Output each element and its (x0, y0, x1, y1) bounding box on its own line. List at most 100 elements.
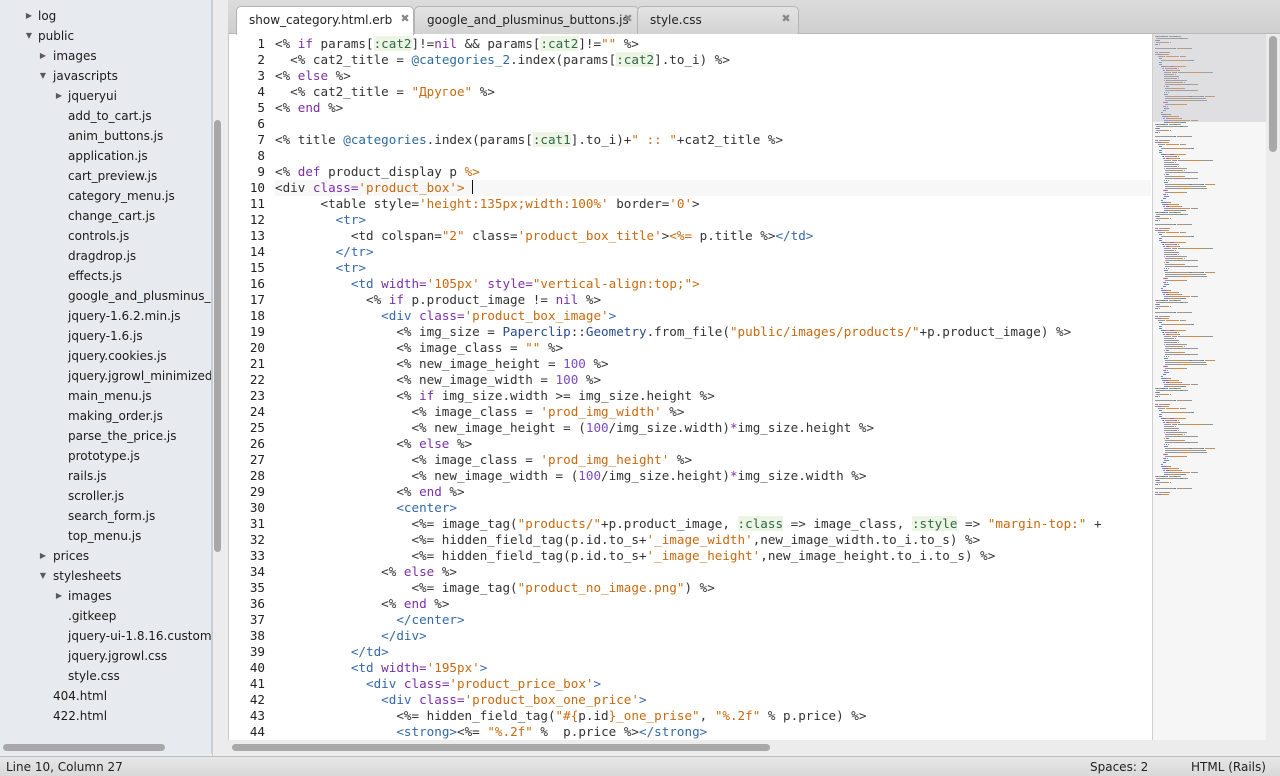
sidebar-item[interactable]: ▶ jqueryui (0, 86, 211, 106)
code-line[interactable]: </tr> (275, 244, 1151, 260)
code-line[interactable]: <% title @categories.index(params[:cat1]… (275, 132, 1151, 148)
code-line[interactable]: <tr> (275, 260, 1151, 276)
code-line[interactable]: <td width='195px'> (275, 660, 1151, 676)
sidebar-item[interactable]: making_order.js (0, 406, 211, 426)
code-line[interactable] (275, 116, 1151, 132)
code-line[interactable]: <% def product_display p %> (275, 164, 1151, 180)
close-icon[interactable]: ✖ (622, 12, 634, 25)
sidebar-item[interactable]: scroller.js (0, 486, 211, 506)
sidebar-item[interactable]: ▼ stylesheets (0, 566, 211, 586)
code-line[interactable]: <div class='product_box'> (275, 180, 1151, 196)
disclosure-collapsed-icon[interactable]: ▶ (54, 86, 64, 106)
sidebar-item[interactable]: prototype.js (0, 446, 211, 466)
sidebar-item[interactable]: jquery-1.6.js (0, 326, 211, 346)
indentation-setting[interactable]: Spaces: 2 (1090, 760, 1148, 774)
sidebar-item[interactable]: anim_buttons.js (0, 126, 211, 146)
sidebar-item[interactable]: rails.js (0, 466, 211, 486)
code-line[interactable]: <% else %> (275, 564, 1151, 580)
disclosure-expanded-icon[interactable]: ▼ (24, 26, 34, 46)
code-line[interactable]: <% new_image_height = (100/img_size.widt… (275, 420, 1151, 436)
minimap-viewport[interactable] (1153, 34, 1266, 122)
sidebar-item[interactable]: style.css (0, 666, 211, 686)
code-line[interactable]: <% cat2_title = "Другое" %> (275, 84, 1151, 100)
code-line[interactable]: <%= hidden_field_tag(p.id.to_s+'_image_h… (275, 548, 1151, 564)
sidebar-item[interactable]: effects.js (0, 266, 211, 286)
disclosure-collapsed-icon[interactable]: ▶ (24, 6, 34, 26)
sidebar-item[interactable]: search_form.js (0, 506, 211, 526)
sidebar-item[interactable]: ▶ images (0, 586, 211, 606)
sidebar-item[interactable]: add_to_cart.js (0, 106, 211, 126)
code-line[interactable]: <% else %> (275, 436, 1151, 452)
sidebar-item[interactable]: application.js (0, 146, 211, 166)
code-line[interactable]: <% img_size = Paperclip::Geometry.from_f… (275, 324, 1151, 340)
code-line[interactable]: <td colspan="2" class='product_box_title… (275, 228, 1151, 244)
code-line[interactable]: <%= image_tag("product_no_image.png") %> (275, 580, 1151, 596)
code-line[interactable]: <%= hidden_field_tag(p.id.to_s+'_image_w… (275, 532, 1151, 548)
code-line[interactable]: <% end %> (275, 100, 1151, 116)
code-line[interactable]: <div class='product_box_image'> (275, 308, 1151, 324)
code-line[interactable]: <% else %> (275, 68, 1151, 84)
code-line[interactable]: <% image_class = 'prod_img_height' %> (275, 452, 1151, 468)
sidebar-item[interactable]: jquery.cookies.js (0, 346, 211, 366)
code-line[interactable]: <% if params[:cat2]!=nil && params[:cat2… (275, 36, 1151, 52)
code-line[interactable]: </div> (275, 628, 1151, 644)
close-icon[interactable]: ✖ (399, 12, 411, 25)
code-line[interactable]: <% if img_size.width >= img_size.height … (275, 388, 1151, 404)
sidebar-item[interactable]: ▶ prices (0, 546, 211, 566)
code-line[interactable]: <% end %> (275, 484, 1151, 500)
sidebar-item[interactable]: jquery.jgrowl_minimized. (0, 366, 211, 386)
close-icon[interactable]: ✖ (780, 12, 792, 25)
disclosure-collapsed-icon[interactable]: ▶ (38, 546, 48, 566)
code-line[interactable]: <div class='product_box_one_price'> (275, 692, 1151, 708)
code-line[interactable]: <% new_image_height = 100 %> (275, 356, 1151, 372)
sidebar-item[interactable]: jquery-ui-1.8.16.custom.c (0, 626, 211, 646)
disclosure-collapsed-icon[interactable]: ▶ (38, 46, 48, 66)
code-line[interactable]: <%= image_tag("products/"+p.product_imag… (275, 516, 1151, 532)
tab-style-css[interactable]: style.css ✖ (637, 6, 799, 34)
code-line[interactable]: </center> (275, 612, 1151, 628)
code-line[interactable]: <% if p.product_image != nil %> (275, 292, 1151, 308)
sidebar-item[interactable]: google_and_plusminus_bu (0, 286, 211, 306)
sidebar-item[interactable]: ▼ javascripts (0, 66, 211, 86)
disclosure-collapsed-icon[interactable]: ▶ (54, 586, 64, 606)
sidebar-item[interactable]: ▶ log (0, 6, 211, 26)
code-line[interactable]: <%= hidden_field_tag("#{p.id}_one_prise"… (275, 708, 1151, 724)
code-line[interactable]: <% new_image_width = (100/img_size.heigh… (275, 468, 1151, 484)
code-line[interactable]: <strong><%= "%.2f" % p.price %></strong> (275, 724, 1151, 740)
editor-horizontal-scrollbar[interactable] (232, 744, 770, 751)
code-area[interactable]: <% if params[:cat2]!=nil && params[:cat2… (275, 36, 1151, 740)
code-line[interactable] (275, 148, 1151, 164)
sidebar-item[interactable]: main_menu.js (0, 386, 211, 406)
code-line[interactable]: <center> (275, 500, 1151, 516)
sidebar-item[interactable]: 404.html (0, 686, 211, 706)
sidebar-item[interactable]: 422.html (0, 706, 211, 726)
code-line[interactable]: <div class='product_price_box'> (275, 676, 1151, 692)
code-line[interactable]: <% image_class = "" %> (275, 340, 1151, 356)
sidebar-horizontal-scrollbar[interactable] (3, 744, 165, 751)
code-line[interactable]: <% new_image_width = 100 %> (275, 372, 1151, 388)
sidebar-item[interactable]: ▼ public (0, 26, 211, 46)
sidebar-item[interactable]: jquery.jgrowl.css (0, 646, 211, 666)
sidebar-item[interactable]: top_menu.js (0, 526, 211, 546)
disclosure-expanded-icon[interactable]: ▼ (38, 66, 48, 86)
sidebar-item[interactable]: category_menu.js (0, 186, 211, 206)
sidebar-item[interactable]: controls.js (0, 226, 211, 246)
code-line[interactable]: <% cat2_title = @categories_2.index(para… (275, 52, 1151, 68)
sidebar-item[interactable]: change_cart.js (0, 206, 211, 226)
code-editor[interactable]: 1 2 3 4 5 6 7 8 9 10 11 12 13 14 15 16 17 18 19 20 21 22 23 24 2… (228, 34, 1152, 740)
sidebar-item[interactable]: parse_the_price.js (0, 426, 211, 446)
sidebar-item[interactable]: dragdrop.js (0, 246, 211, 266)
sidebar-item[interactable]: cart_preview.js (0, 166, 211, 186)
minimap[interactable] (1152, 34, 1266, 740)
syntax-selector[interactable]: HTML (Rails) (1191, 760, 1266, 774)
tab-google-and-plusminus[interactable]: google_and_plusminus_buttons.js ✖ (414, 6, 639, 34)
code-line[interactable]: <table style='height:135px;width:100%' b… (275, 196, 1151, 212)
tab-show-category[interactable]: show_category.html.erb ✖ (236, 6, 414, 35)
code-line[interactable]: <% image_class = 'prod_img_width' %> (275, 404, 1151, 420)
editor-vertical-scrollbar[interactable] (1269, 36, 1277, 152)
code-line[interactable]: </td> (275, 644, 1151, 660)
code-line[interactable]: <td width='105px' style="vertical-align:… (275, 276, 1151, 292)
sidebar-vertical-scrollbar[interactable] (214, 120, 221, 552)
code-line[interactable]: <tr> (275, 212, 1151, 228)
disclosure-expanded-icon[interactable]: ▼ (38, 566, 48, 586)
